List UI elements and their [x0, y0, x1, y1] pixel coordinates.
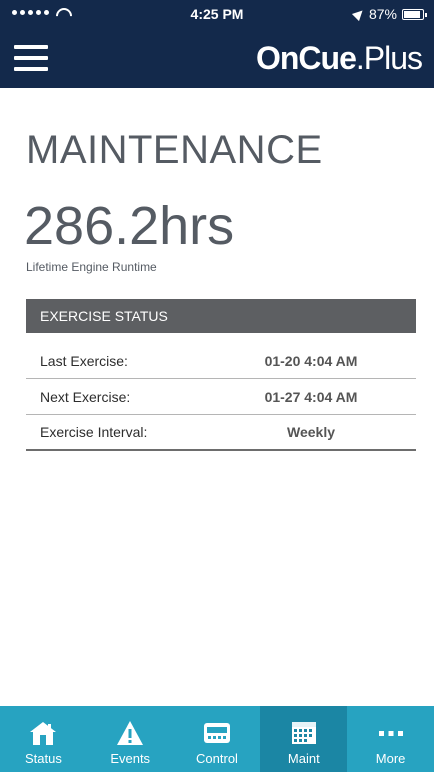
calendar-icon [291, 722, 316, 744]
tab-status[interactable]: Status [0, 706, 87, 772]
exercise-interval-row: Exercise Interval: Weekly [26, 415, 416, 451]
bottom-tab-bar: Status Events Control Maint More [0, 706, 434, 772]
battery-icon [402, 8, 427, 20]
next-exercise-label: Next Exercise: [40, 388, 131, 405]
brand-logo: OnCue.Plus [255, 40, 423, 77]
brand-bold: OnCue [255, 40, 357, 76]
top-navigation: 4:25 PM 87% OnCue.Plus [0, 0, 434, 88]
tab-maint-label: Maint [287, 751, 320, 766]
brand-light: .Plus [355, 40, 423, 76]
home-icon [30, 722, 57, 745]
exercise-status-header: EXERCISE STATUS [26, 299, 416, 333]
exercise-interval-value: Weekly [287, 424, 335, 440]
tab-control[interactable]: Control [174, 706, 261, 772]
runtime-value: 286.2hrs [24, 196, 235, 256]
tab-status-label: Status [24, 751, 62, 766]
warning-icon [117, 721, 144, 745]
more-icon [378, 731, 403, 736]
next-exercise-value: 01-27 4:04 AM [264, 388, 358, 405]
hamburger-menu-icon[interactable] [14, 45, 48, 71]
tab-events-label: Events [110, 751, 151, 766]
tab-control-label: Control [196, 751, 238, 766]
tab-more[interactable]: More [347, 706, 434, 772]
last-exercise-row: Last Exercise: 01-20 4:04 AM [26, 343, 416, 379]
exercise-interval-label: Exercise Interval: [40, 424, 148, 440]
exercise-status-list: Last Exercise: 01-20 4:04 AM Next Exerci… [26, 343, 416, 451]
last-exercise-value: 01-20 4:04 AM [264, 352, 358, 369]
tab-maint[interactable]: Maint [260, 706, 348, 772]
control-panel-icon [203, 723, 230, 743]
next-exercise-row: Next Exercise: 01-27 4:04 AM [26, 379, 416, 415]
location-arrow-icon [351, 6, 367, 22]
page-title: MAINTENANCE [26, 128, 323, 172]
tab-events[interactable]: Events [87, 706, 174, 772]
tab-more-label: More [375, 751, 406, 766]
last-exercise-label: Last Exercise: [40, 352, 128, 369]
runtime-label: Lifetime Engine Runtime [26, 260, 157, 274]
battery-percent: 87% [368, 6, 397, 22]
status-bar: 4:25 PM 87% [0, 0, 434, 28]
battery-status: 87% [351, 6, 427, 22]
